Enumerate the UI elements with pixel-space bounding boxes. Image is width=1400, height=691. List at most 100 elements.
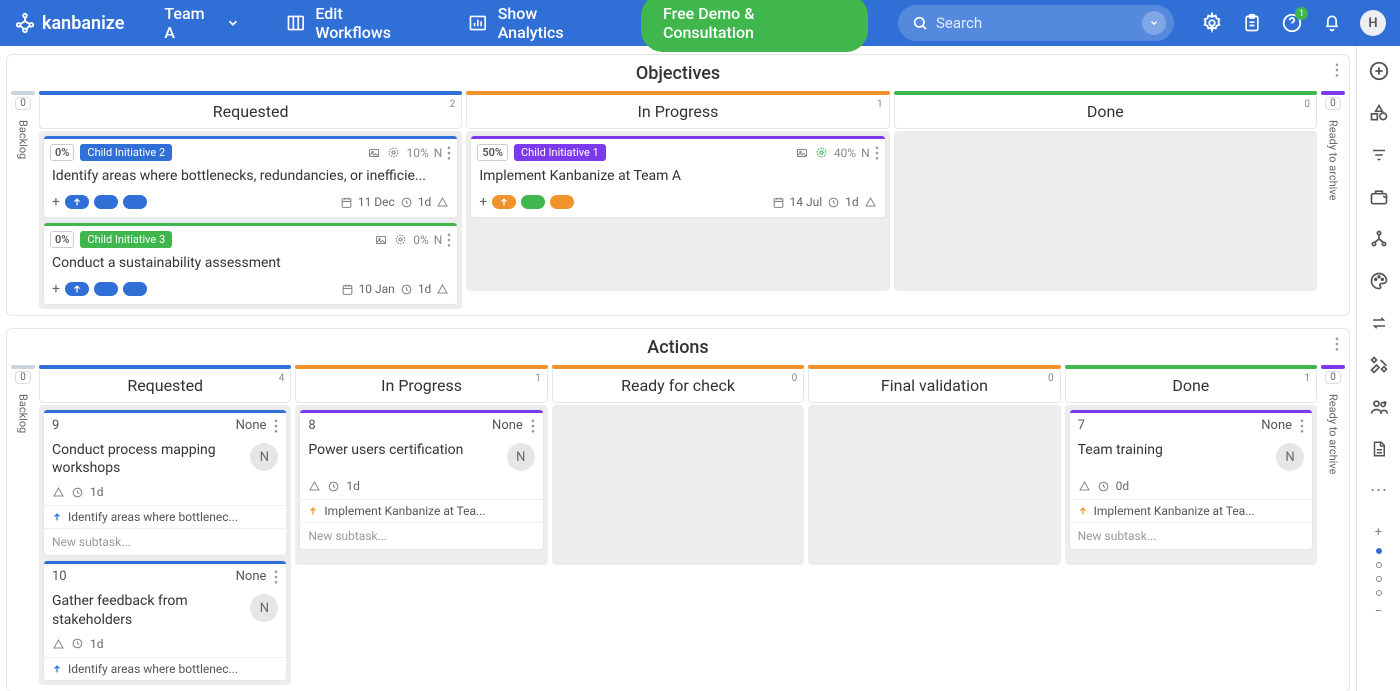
more-icon[interactable]: ⋯ — [1370, 480, 1388, 501]
column: Requested 2 0% Child Initiative 2 10% N … — [39, 91, 462, 309]
new-subtask[interactable]: New subtask... — [1070, 522, 1312, 549]
chip-arrow[interactable] — [65, 282, 89, 296]
brand-logo[interactable]: kanbanize — [14, 12, 124, 34]
column-body[interactable] — [894, 131, 1317, 291]
chip-arrow[interactable] — [492, 195, 516, 209]
column-header[interactable]: Done 0 — [894, 95, 1317, 129]
action-card[interactable]: 7 None Team training N 0d Implement Kanb… — [1069, 409, 1313, 550]
card-parent-link[interactable]: Implement Kanbanize at Tea... — [1070, 499, 1312, 522]
card-avatar: N — [250, 594, 278, 622]
chip[interactable] — [550, 195, 574, 209]
zoom-level-4[interactable] — [1376, 590, 1382, 596]
show-analytics-button[interactable]: Show Analytics — [456, 0, 617, 48]
zoom-level-1[interactable] — [1376, 548, 1382, 554]
column-header[interactable]: In Progress 1 — [466, 95, 889, 129]
triangle-icon — [52, 638, 65, 650]
zoom-level-2[interactable] — [1376, 562, 1382, 568]
card-add[interactable]: + — [479, 194, 487, 210]
help-icon[interactable]: 1 — [1280, 11, 1304, 35]
calendar-icon — [341, 283, 354, 296]
card-assignee: None — [492, 418, 523, 433]
edit-workflows-button[interactable]: Edit Workflows — [274, 0, 432, 48]
brand-text: kanbanize — [42, 13, 124, 34]
column-body[interactable]: 7 None Team training N 0d Implement Kanb… — [1065, 405, 1317, 565]
card-parent-link[interactable]: Identify areas where bottlenec... — [44, 657, 286, 680]
zoom-control[interactable]: + − — [1375, 525, 1382, 619]
column-count: 1 — [1304, 373, 1310, 384]
action-card[interactable]: 9 None Conduct process mapping workshops… — [43, 409, 287, 556]
search-input[interactable] — [936, 14, 1142, 32]
card-menu[interactable] — [531, 419, 535, 433]
search-box[interactable] — [898, 5, 1174, 41]
card-duration: 0d — [1116, 479, 1130, 493]
briefcase-icon[interactable] — [1368, 186, 1390, 208]
hierarchy-icon[interactable] — [1368, 228, 1390, 250]
chip[interactable] — [123, 282, 147, 296]
objective-card[interactable]: 50% Child Initiative 1 40% N Implement K… — [470, 135, 885, 218]
search-dropdown[interactable] — [1142, 11, 1166, 35]
column-name: In Progress — [381, 376, 462, 395]
demo-button[interactable]: Free Demo & Consultation — [641, 0, 868, 52]
action-card[interactable]: 10 None Gather feedback from stakeholder… — [43, 560, 287, 680]
column-header[interactable]: Requested 2 — [39, 95, 462, 129]
action-card[interactable]: 8 None Power users certification N 1d Im… — [299, 409, 543, 550]
column-body[interactable]: 0% Child Initiative 2 10% N Identify are… — [39, 131, 462, 309]
document-icon[interactable] — [1368, 438, 1390, 460]
card-menu[interactable] — [875, 146, 879, 160]
card-owner: N — [861, 146, 870, 160]
team-selector[interactable]: Team A — [154, 0, 249, 48]
new-subtask[interactable]: New subtask... — [300, 522, 542, 549]
edge-right[interactable]: 0 Ready to archive — [1321, 365, 1345, 685]
lane-menu[interactable] — [1335, 337, 1339, 351]
zoom-level-3[interactable] — [1376, 576, 1382, 582]
objective-card[interactable]: 0% Child Initiative 3 0% N Conduct a sus… — [43, 222, 458, 305]
column-header[interactable]: In Progress 1 — [295, 369, 547, 403]
chip[interactable] — [94, 282, 118, 296]
card-add[interactable]: + — [52, 194, 60, 210]
chip[interactable] — [521, 195, 545, 209]
card-menu[interactable] — [447, 146, 451, 160]
chip[interactable] — [123, 195, 147, 209]
zoom-minus[interactable]: − — [1375, 604, 1382, 619]
column-count: 1 — [535, 373, 541, 384]
column-header[interactable]: Final validation 0 — [808, 369, 1060, 403]
add-card-icon[interactable] — [1368, 60, 1390, 82]
bell-icon[interactable] — [1320, 11, 1344, 35]
card-menu[interactable] — [274, 419, 278, 433]
clipboard-icon[interactable] — [1240, 11, 1264, 35]
objective-card[interactable]: 0% Child Initiative 2 10% N Identify are… — [43, 135, 458, 218]
column-body[interactable] — [552, 405, 804, 565]
new-subtask[interactable]: New subtask... — [44, 528, 286, 555]
zoom-plus[interactable]: + — [1375, 525, 1382, 540]
card-title: Identify areas where bottlenecks, redund… — [44, 166, 457, 190]
card-menu[interactable] — [274, 570, 278, 584]
settings-icon[interactable] — [1200, 11, 1224, 35]
chip-arrow[interactable] — [65, 195, 89, 209]
column-name: Done — [1087, 102, 1124, 121]
column-header[interactable]: Done 1 — [1065, 369, 1317, 403]
edge-left[interactable]: 0 Backlog — [11, 365, 35, 685]
column-header[interactable]: Ready for check 0 — [552, 369, 804, 403]
people-icon[interactable] — [1368, 396, 1390, 418]
column-body[interactable]: 9 None Conduct process mapping workshops… — [39, 405, 291, 685]
column-body[interactable] — [808, 405, 1060, 565]
swap-icon[interactable] — [1368, 312, 1390, 334]
column-body[interactable]: 50% Child Initiative 1 40% N Implement K… — [466, 131, 889, 291]
lane-menu[interactable] — [1335, 63, 1339, 77]
shapes-icon[interactable] — [1368, 102, 1390, 124]
filter-icon[interactable] — [1368, 144, 1390, 166]
card-parent-link[interactable]: Implement Kanbanize at Tea... — [300, 499, 542, 522]
chip[interactable] — [94, 195, 118, 209]
column-header[interactable]: Requested 4 — [39, 369, 291, 403]
card-parent-link[interactable]: Identify areas where bottlenec... — [44, 505, 286, 528]
edge-right[interactable]: 0 Ready to archive — [1321, 91, 1345, 309]
edge-left[interactable]: 0 Backlog — [11, 91, 35, 309]
tools-icon[interactable] — [1368, 354, 1390, 376]
palette-icon[interactable] — [1368, 270, 1390, 292]
column-body[interactable]: 8 None Power users certification N 1d Im… — [295, 405, 547, 565]
card-menu[interactable] — [1300, 419, 1304, 433]
card-add[interactable]: + — [52, 281, 60, 297]
column-name: Done — [1172, 376, 1209, 395]
user-avatar[interactable]: H — [1360, 10, 1386, 36]
card-menu[interactable] — [447, 233, 451, 247]
